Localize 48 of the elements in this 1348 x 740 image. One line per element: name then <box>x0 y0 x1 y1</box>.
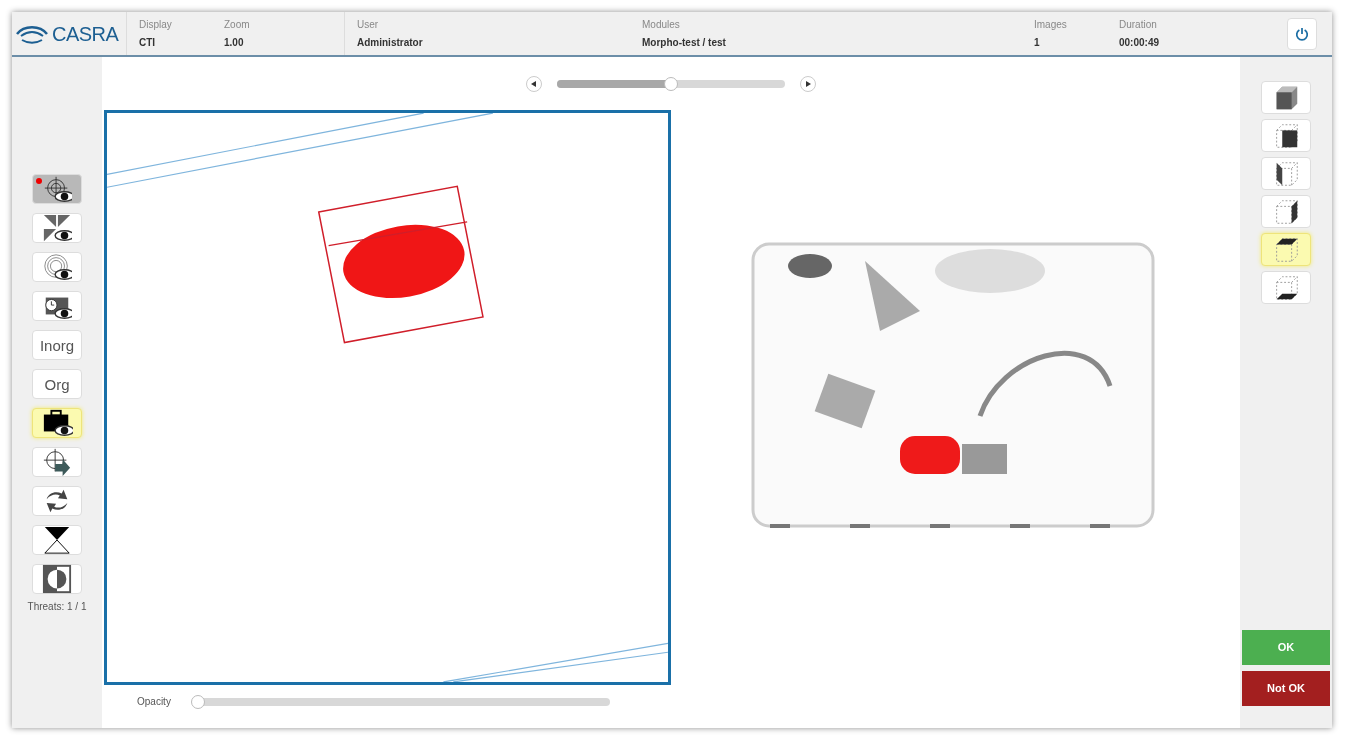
tool-label: Inorg <box>39 337 75 353</box>
header-value: CTI <box>139 36 157 50</box>
view-tool-button[interactable] <box>32 486 82 516</box>
view-tool-button[interactable] <box>32 564 82 594</box>
hourglass-icon <box>42 525 72 555</box>
tool-label: Org <box>44 376 70 392</box>
header-label: Modules <box>642 18 681 32</box>
target-arrow-icon <box>42 447 72 477</box>
view-tool-button[interactable]: Org <box>32 369 82 399</box>
header-value: Administrator <box>357 36 424 50</box>
opacity-label: Opacity <box>137 695 171 709</box>
header-label: User <box>357 18 380 32</box>
header-value: 1 <box>1034 36 1041 50</box>
view-tool-button[interactable] <box>32 174 82 204</box>
view-tool-button[interactable] <box>32 447 82 477</box>
left-triangle-icon <box>531 80 537 87</box>
quadrants-eye-icon <box>42 213 72 243</box>
view-tool-button[interactable] <box>32 408 82 438</box>
header-label: Zoom <box>224 18 250 32</box>
view-tool-button[interactable] <box>32 525 82 555</box>
header-value: Morpho-test / test <box>642 36 726 50</box>
view-tool-button[interactable] <box>32 252 82 282</box>
slider-thumb[interactable] <box>190 694 205 709</box>
view-tool-button[interactable] <box>32 291 82 321</box>
cube-view-button[interactable] <box>1261 81 1311 114</box>
view-tool-button[interactable]: Inorg <box>32 330 82 360</box>
case-eye-icon <box>41 408 73 438</box>
not-ok-button[interactable]: Not OK <box>1242 671 1330 706</box>
power-icon <box>1295 26 1309 41</box>
header-label: Duration <box>1119 18 1158 32</box>
power-button[interactable] <box>1287 17 1317 50</box>
header-label: Display <box>139 18 173 32</box>
header-value: 00:00:49 <box>1119 36 1160 50</box>
logo-text: CASRA <box>52 21 119 47</box>
threats-counter: Threats: 1 / 1 <box>27 600 87 614</box>
contrast-icon <box>42 564 72 594</box>
cube-view-button[interactable] <box>1261 119 1311 152</box>
header-label: Images <box>1034 18 1068 32</box>
rings-eye-icon <box>42 252 72 282</box>
cube-view-button[interactable] <box>1261 233 1311 266</box>
cube-view-button[interactable] <box>1261 271 1311 304</box>
view-tool-button[interactable] <box>32 213 82 243</box>
header-value: 1.00 <box>224 36 245 50</box>
right-triangle-icon <box>805 80 811 87</box>
cube-view-button[interactable] <box>1261 195 1311 228</box>
target-eye-icon <box>42 174 72 204</box>
slider-thumb[interactable] <box>664 76 678 91</box>
cube-view-button[interactable] <box>1261 157 1311 190</box>
